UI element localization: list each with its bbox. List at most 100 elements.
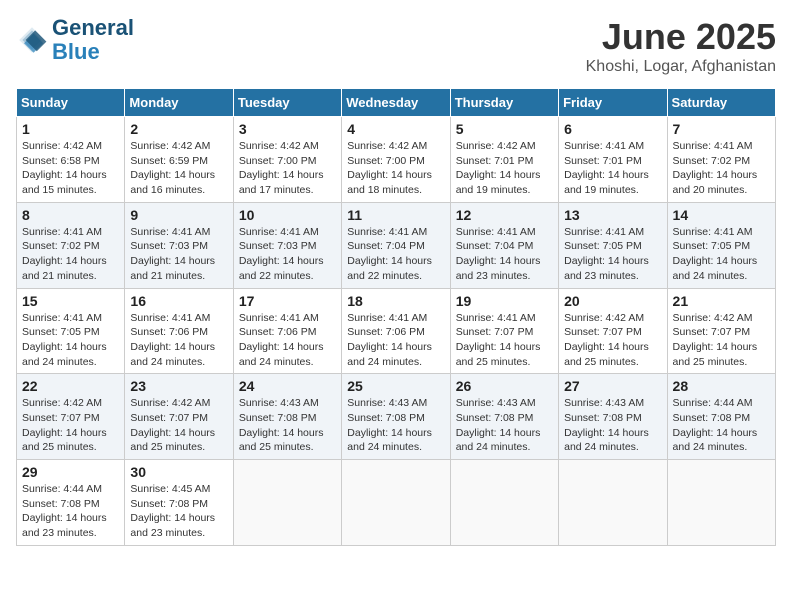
month-title: June 2025 xyxy=(586,16,776,58)
calendar-cell: 3 Sunrise: 4:42 AM Sunset: 7:00 PM Dayli… xyxy=(233,117,341,203)
day-number: 29 xyxy=(22,464,119,480)
calendar-cell: 30 Sunrise: 4:45 AM Sunset: 7:08 PM Dayl… xyxy=(125,460,233,546)
col-saturday: Saturday xyxy=(667,89,775,117)
day-info: Sunrise: 4:43 AM Sunset: 7:08 PM Dayligh… xyxy=(239,396,336,455)
calendar-cell: 18 Sunrise: 4:41 AM Sunset: 7:06 PM Dayl… xyxy=(342,288,450,374)
day-info: Sunrise: 4:41 AM Sunset: 7:01 PM Dayligh… xyxy=(564,139,661,198)
calendar-week-row: 29 Sunrise: 4:44 AM Sunset: 7:08 PM Dayl… xyxy=(17,460,776,546)
day-info: Sunrise: 4:41 AM Sunset: 7:05 PM Dayligh… xyxy=(673,225,770,284)
day-info: Sunrise: 4:44 AM Sunset: 7:08 PM Dayligh… xyxy=(22,482,119,541)
day-number: 26 xyxy=(456,378,553,394)
calendar-cell: 26 Sunrise: 4:43 AM Sunset: 7:08 PM Dayl… xyxy=(450,374,558,460)
calendar-cell: 14 Sunrise: 4:41 AM Sunset: 7:05 PM Dayl… xyxy=(667,202,775,288)
calendar-week-row: 8 Sunrise: 4:41 AM Sunset: 7:02 PM Dayli… xyxy=(17,202,776,288)
day-number: 10 xyxy=(239,207,336,223)
calendar-header-row: Sunday Monday Tuesday Wednesday Thursday… xyxy=(17,89,776,117)
day-info: Sunrise: 4:42 AM Sunset: 7:07 PM Dayligh… xyxy=(673,311,770,370)
col-wednesday: Wednesday xyxy=(342,89,450,117)
day-number: 20 xyxy=(564,293,661,309)
day-number: 30 xyxy=(130,464,227,480)
day-info: Sunrise: 4:42 AM Sunset: 7:00 PM Dayligh… xyxy=(239,139,336,198)
calendar-cell: 8 Sunrise: 4:41 AM Sunset: 7:02 PM Dayli… xyxy=(17,202,125,288)
day-info: Sunrise: 4:43 AM Sunset: 7:08 PM Dayligh… xyxy=(564,396,661,455)
calendar-cell: 15 Sunrise: 4:41 AM Sunset: 7:05 PM Dayl… xyxy=(17,288,125,374)
logo-text: General Blue xyxy=(52,16,134,64)
day-info: Sunrise: 4:42 AM Sunset: 7:00 PM Dayligh… xyxy=(347,139,444,198)
day-number: 23 xyxy=(130,378,227,394)
day-number: 2 xyxy=(130,121,227,137)
calendar-week-row: 15 Sunrise: 4:41 AM Sunset: 7:05 PM Dayl… xyxy=(17,288,776,374)
day-number: 12 xyxy=(456,207,553,223)
day-number: 4 xyxy=(347,121,444,137)
calendar-table: Sunday Monday Tuesday Wednesday Thursday… xyxy=(16,88,776,546)
day-info: Sunrise: 4:42 AM Sunset: 6:58 PM Dayligh… xyxy=(22,139,119,198)
day-number: 1 xyxy=(22,121,119,137)
col-monday: Monday xyxy=(125,89,233,117)
day-number: 14 xyxy=(673,207,770,223)
logo-icon xyxy=(16,24,48,56)
calendar-cell: 12 Sunrise: 4:41 AM Sunset: 7:04 PM Dayl… xyxy=(450,202,558,288)
day-number: 11 xyxy=(347,207,444,223)
calendar-cell: 9 Sunrise: 4:41 AM Sunset: 7:03 PM Dayli… xyxy=(125,202,233,288)
day-info: Sunrise: 4:43 AM Sunset: 7:08 PM Dayligh… xyxy=(347,396,444,455)
day-info: Sunrise: 4:42 AM Sunset: 6:59 PM Dayligh… xyxy=(130,139,227,198)
day-number: 16 xyxy=(130,293,227,309)
day-number: 15 xyxy=(22,293,119,309)
calendar-cell xyxy=(667,460,775,546)
day-info: Sunrise: 4:41 AM Sunset: 7:02 PM Dayligh… xyxy=(673,139,770,198)
day-number: 27 xyxy=(564,378,661,394)
calendar-cell: 29 Sunrise: 4:44 AM Sunset: 7:08 PM Dayl… xyxy=(17,460,125,546)
calendar-cell: 1 Sunrise: 4:42 AM Sunset: 6:58 PM Dayli… xyxy=(17,117,125,203)
calendar-cell: 11 Sunrise: 4:41 AM Sunset: 7:04 PM Dayl… xyxy=(342,202,450,288)
day-number: 21 xyxy=(673,293,770,309)
day-number: 3 xyxy=(239,121,336,137)
col-sunday: Sunday xyxy=(17,89,125,117)
day-info: Sunrise: 4:41 AM Sunset: 7:06 PM Dayligh… xyxy=(130,311,227,370)
calendar-cell: 23 Sunrise: 4:42 AM Sunset: 7:07 PM Dayl… xyxy=(125,374,233,460)
day-info: Sunrise: 4:42 AM Sunset: 7:07 PM Dayligh… xyxy=(564,311,661,370)
calendar-cell: 4 Sunrise: 4:42 AM Sunset: 7:00 PM Dayli… xyxy=(342,117,450,203)
day-number: 22 xyxy=(22,378,119,394)
day-info: Sunrise: 4:42 AM Sunset: 7:07 PM Dayligh… xyxy=(130,396,227,455)
day-number: 9 xyxy=(130,207,227,223)
day-info: Sunrise: 4:41 AM Sunset: 7:06 PM Dayligh… xyxy=(347,311,444,370)
calendar-cell xyxy=(233,460,341,546)
day-number: 18 xyxy=(347,293,444,309)
col-tuesday: Tuesday xyxy=(233,89,341,117)
day-info: Sunrise: 4:41 AM Sunset: 7:05 PM Dayligh… xyxy=(22,311,119,370)
location-title: Khoshi, Logar, Afghanistan xyxy=(586,58,776,76)
calendar-cell: 6 Sunrise: 4:41 AM Sunset: 7:01 PM Dayli… xyxy=(559,117,667,203)
calendar-cell: 21 Sunrise: 4:42 AM Sunset: 7:07 PM Dayl… xyxy=(667,288,775,374)
day-info: Sunrise: 4:44 AM Sunset: 7:08 PM Dayligh… xyxy=(673,396,770,455)
day-info: Sunrise: 4:41 AM Sunset: 7:02 PM Dayligh… xyxy=(22,225,119,284)
calendar-cell: 19 Sunrise: 4:41 AM Sunset: 7:07 PM Dayl… xyxy=(450,288,558,374)
calendar-cell: 27 Sunrise: 4:43 AM Sunset: 7:08 PM Dayl… xyxy=(559,374,667,460)
calendar-cell: 7 Sunrise: 4:41 AM Sunset: 7:02 PM Dayli… xyxy=(667,117,775,203)
day-info: Sunrise: 4:41 AM Sunset: 7:06 PM Dayligh… xyxy=(239,311,336,370)
calendar-cell: 13 Sunrise: 4:41 AM Sunset: 7:05 PM Dayl… xyxy=(559,202,667,288)
calendar-week-row: 1 Sunrise: 4:42 AM Sunset: 6:58 PM Dayli… xyxy=(17,117,776,203)
calendar-cell: 25 Sunrise: 4:43 AM Sunset: 7:08 PM Dayl… xyxy=(342,374,450,460)
day-info: Sunrise: 4:41 AM Sunset: 7:04 PM Dayligh… xyxy=(456,225,553,284)
calendar-cell: 2 Sunrise: 4:42 AM Sunset: 6:59 PM Dayli… xyxy=(125,117,233,203)
page-header: General Blue June 2025 Khoshi, Logar, Af… xyxy=(16,16,776,76)
calendar-cell xyxy=(342,460,450,546)
day-number: 6 xyxy=(564,121,661,137)
day-info: Sunrise: 4:41 AM Sunset: 7:07 PM Dayligh… xyxy=(456,311,553,370)
day-info: Sunrise: 4:41 AM Sunset: 7:04 PM Dayligh… xyxy=(347,225,444,284)
col-friday: Friday xyxy=(559,89,667,117)
calendar-week-row: 22 Sunrise: 4:42 AM Sunset: 7:07 PM Dayl… xyxy=(17,374,776,460)
day-number: 19 xyxy=(456,293,553,309)
day-info: Sunrise: 4:43 AM Sunset: 7:08 PM Dayligh… xyxy=(456,396,553,455)
calendar-cell xyxy=(450,460,558,546)
logo: General Blue xyxy=(16,16,134,64)
calendar-cell: 17 Sunrise: 4:41 AM Sunset: 7:06 PM Dayl… xyxy=(233,288,341,374)
day-info: Sunrise: 4:45 AM Sunset: 7:08 PM Dayligh… xyxy=(130,482,227,541)
calendar-cell: 24 Sunrise: 4:43 AM Sunset: 7:08 PM Dayl… xyxy=(233,374,341,460)
calendar-cell: 20 Sunrise: 4:42 AM Sunset: 7:07 PM Dayl… xyxy=(559,288,667,374)
day-info: Sunrise: 4:42 AM Sunset: 7:01 PM Dayligh… xyxy=(456,139,553,198)
day-number: 17 xyxy=(239,293,336,309)
day-info: Sunrise: 4:41 AM Sunset: 7:03 PM Dayligh… xyxy=(130,225,227,284)
col-thursday: Thursday xyxy=(450,89,558,117)
calendar-cell: 5 Sunrise: 4:42 AM Sunset: 7:01 PM Dayli… xyxy=(450,117,558,203)
